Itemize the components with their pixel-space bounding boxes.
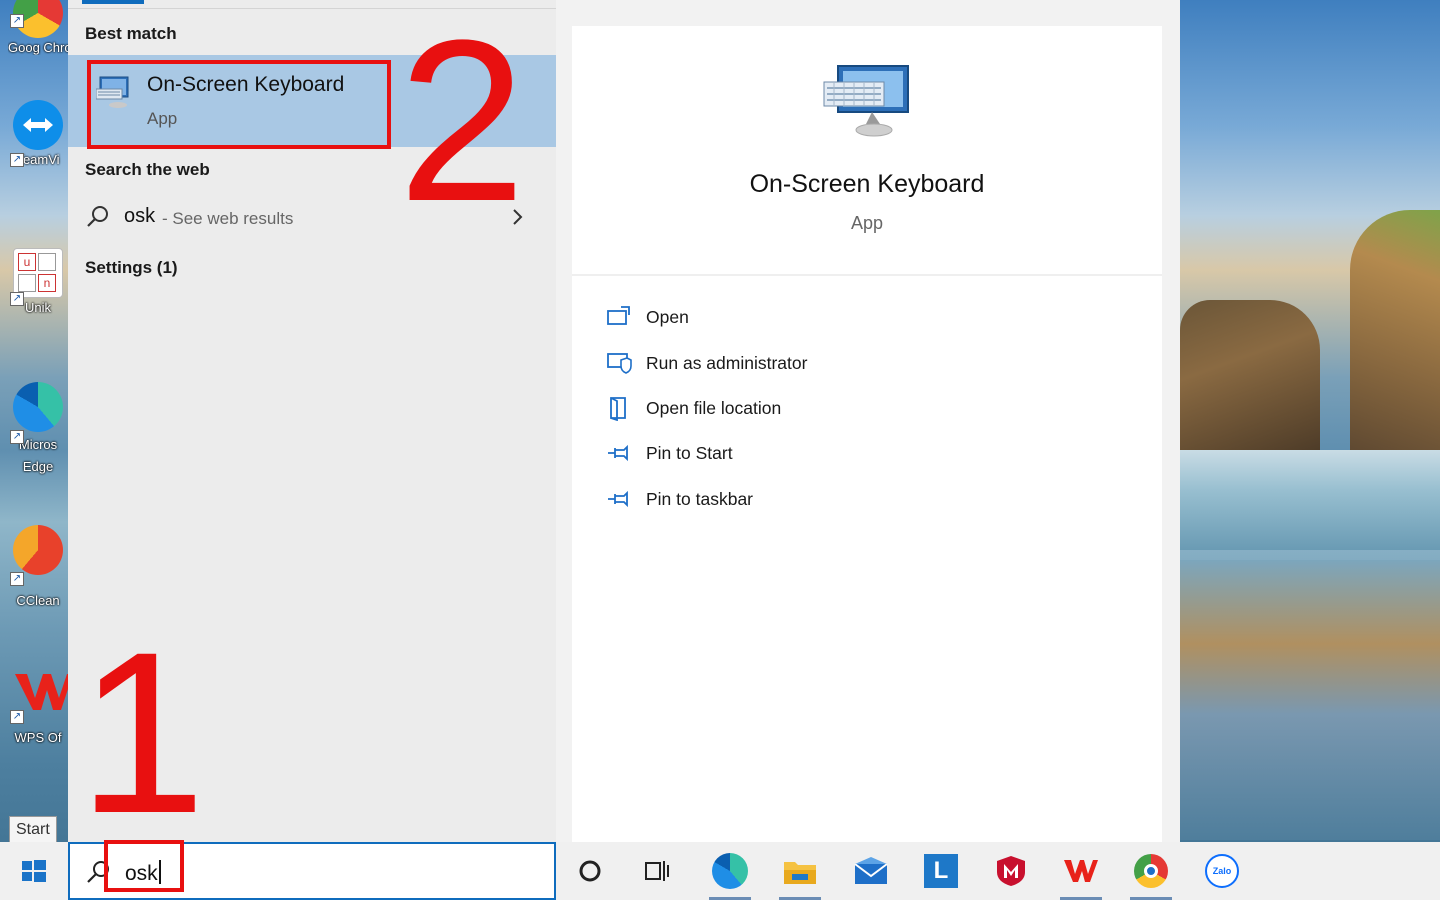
- desktop-icon-label: CClean: [16, 593, 60, 608]
- pin-icon: [606, 486, 632, 512]
- detail-card: On-Screen Keyboard App Open Run as admin…: [572, 26, 1162, 842]
- file-location-icon: [606, 395, 632, 422]
- detail-app-name: On-Screen Keyboard: [749, 170, 985, 198]
- shortcut-arrow-icon: ↗: [10, 292, 24, 306]
- annotation-step-2: 2: [398, 0, 526, 249]
- action-open-file-location[interactable]: Open file location: [606, 393, 926, 425]
- action-label: Pin to taskbar: [646, 489, 753, 509]
- action-label: Pin to Start: [646, 443, 733, 463]
- detail-app-type: App: [850, 213, 884, 233]
- cortana-button[interactable]: [561, 842, 619, 900]
- tab-indicator: [82, 0, 144, 4]
- web-hint: - See web results: [162, 209, 294, 228]
- keyboard-monitor-icon: [822, 64, 912, 138]
- unikey-icon: u n: [13, 248, 63, 298]
- start-tooltip: Start: [9, 816, 57, 844]
- shield-admin-icon: [606, 350, 632, 376]
- taskbar: osk L Zalo: [0, 840, 1440, 900]
- action-label: Open: [646, 307, 689, 327]
- action-open[interactable]: Open: [606, 302, 926, 334]
- annotation-box-search: [104, 840, 184, 892]
- best-match-heading: Best match: [85, 24, 177, 43]
- windows-logo-icon: [22, 860, 46, 882]
- zalo-label: Zalo: [1212, 866, 1232, 876]
- action-pin-to-start[interactable]: Pin to Start: [606, 438, 926, 470]
- wallpaper-cliff-right: [1350, 210, 1440, 460]
- search-icon: [85, 204, 111, 230]
- settings-heading[interactable]: Settings (1): [85, 258, 178, 278]
- action-run-as-admin[interactable]: Run as administrator: [606, 348, 926, 380]
- shortcut-arrow-icon: ↗: [10, 153, 24, 167]
- desktop-icon-label: Goog Chron: [8, 40, 68, 55]
- shortcut-arrow-icon: ↗: [10, 430, 24, 444]
- action-label: Run as administrator: [646, 353, 808, 373]
- desktop-wps-office[interactable]: WPS Of: [8, 668, 73, 745]
- taskbar-zalo[interactable]: Zalo: [1193, 842, 1251, 900]
- edge-icon: [13, 382, 63, 432]
- wallpaper-sea: [1180, 450, 1440, 550]
- open-window-icon: [606, 304, 632, 330]
- edge-icon: [712, 853, 748, 889]
- taskbar-mcafee[interactable]: [982, 842, 1040, 900]
- taskbar-chrome[interactable]: [1122, 842, 1180, 900]
- taskbar-mail[interactable]: [842, 842, 900, 900]
- annotation-step-1: 1: [78, 604, 206, 861]
- detail-header: On-Screen Keyboard App: [572, 26, 1162, 276]
- shortcut-arrow-icon: ↗: [10, 14, 24, 28]
- start-button[interactable]: [0, 842, 68, 900]
- annotation-box-best-match: [87, 60, 391, 149]
- pin-icon: [606, 440, 632, 466]
- desktop-icon-label: WPS Of: [14, 730, 62, 745]
- action-label: Open file location: [646, 398, 782, 418]
- action-pin-to-taskbar[interactable]: Pin to taskbar: [606, 484, 926, 516]
- search-web-heading: Search the web: [85, 160, 210, 179]
- shortcut-arrow-icon: ↗: [10, 710, 24, 724]
- wps-office-icon: [1064, 860, 1098, 882]
- task-view-icon: [645, 861, 669, 881]
- teamviewer-icon: [13, 100, 63, 150]
- taskbar-edge[interactable]: [701, 842, 759, 900]
- web-query: osk: [124, 205, 156, 227]
- wallpaper-cliff: [1180, 300, 1320, 450]
- lingoes-icon: L: [924, 854, 958, 888]
- detail-column: On-Screen Keyboard App Open Run as admin…: [556, 0, 1180, 842]
- chrome-icon: [1134, 854, 1168, 888]
- zalo-icon: Zalo: [1205, 854, 1239, 888]
- file-explorer-icon: [784, 862, 816, 884]
- taskbar-lingoes[interactable]: L: [912, 842, 970, 900]
- desktop-ccleaner[interactable]: CClean: [8, 525, 68, 608]
- task-view-button[interactable]: [628, 842, 686, 900]
- mcafee-icon: [997, 856, 1025, 886]
- mail-icon: [854, 857, 888, 884]
- wallpaper-reflection: [1180, 560, 1440, 840]
- desktop-icons: Goog Chron ↗ TeamVi ↗ u n Unik ↗ Micros …: [0, 0, 73, 842]
- taskbar-wps-office[interactable]: [1052, 842, 1110, 900]
- cortana-icon: [579, 860, 601, 882]
- ccleaner-icon: [13, 525, 63, 575]
- taskbar-file-explorer[interactable]: [771, 842, 829, 900]
- shortcut-arrow-icon: ↗: [10, 572, 24, 586]
